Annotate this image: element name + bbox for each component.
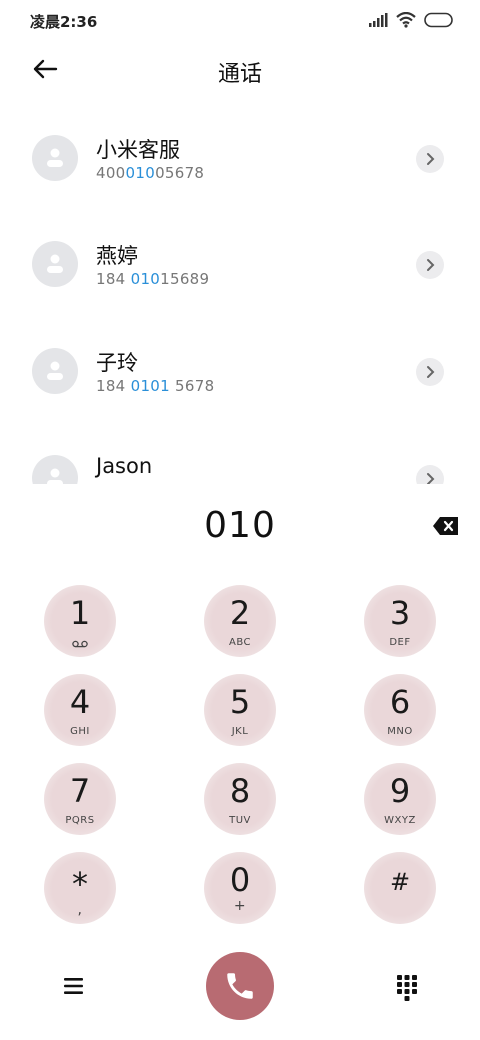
dialpad-icon <box>397 975 417 1001</box>
key-2[interactable]: 2 ABC <box>204 585 276 657</box>
bottom-bar <box>0 950 480 1026</box>
signal-icon <box>369 13 388 27</box>
key-7[interactable]: 7 PQRS <box>44 763 116 835</box>
battery-icon <box>424 12 453 28</box>
person-icon <box>47 254 63 273</box>
key-4[interactable]: 4 GHI <box>44 674 116 746</box>
call-button[interactable] <box>206 952 274 1020</box>
backspace-icon <box>433 517 458 535</box>
key-3[interactable]: 3 DEF <box>364 585 436 657</box>
contact-row[interactable]: 燕婷 184 01015689 <box>0 210 480 310</box>
page-title: 通话 <box>217 62 262 87</box>
contact-row[interactable]: 子玲 184 0101 5678 <box>0 317 480 417</box>
avatar <box>32 135 78 181</box>
contact-detail-button[interactable] <box>416 251 444 279</box>
person-icon <box>47 148 63 167</box>
menu-icon <box>64 978 83 994</box>
key-8[interactable]: 8 TUV <box>204 763 276 835</box>
status-time: 凌晨2:36 <box>30 13 98 31</box>
contact-detail-button[interactable] <box>416 358 444 386</box>
wifi-icon <box>396 12 416 28</box>
contact-name: 小米客服 <box>96 138 180 162</box>
dial-input-display: 010 <box>204 505 276 546</box>
key-0[interactable]: 0 + <box>204 852 276 924</box>
backspace-button[interactable] <box>432 515 460 537</box>
key-5[interactable]: 5 JKL <box>204 674 276 746</box>
key-9[interactable]: 9 WXYZ <box>364 763 436 835</box>
voicemail-icon <box>72 640 88 648</box>
contact-row[interactable]: Jason <box>0 424 480 484</box>
keypad-toggle-button[interactable] <box>394 972 420 1002</box>
chevron-right-icon <box>427 473 435 484</box>
contact-detail-button[interactable] <box>416 465 444 484</box>
chevron-right-icon <box>427 153 435 165</box>
contact-number: 184 01015689 <box>96 270 210 288</box>
contact-list: 小米客服 40001005678 燕婷 184 01015689 子玲 184 … <box>0 104 480 484</box>
key-6[interactable]: 6 MNO <box>364 674 436 746</box>
contact-name: 燕婷 <box>96 244 138 268</box>
contact-number: 184 0101 5678 <box>96 377 215 395</box>
header: 通话 <box>0 46 480 92</box>
contact-name: Jason <box>96 454 153 478</box>
person-icon <box>47 468 63 484</box>
key-hash[interactable]: # <box>364 852 436 924</box>
contact-row[interactable]: 小米客服 40001005678 <box>0 104 480 204</box>
contact-detail-button[interactable] <box>416 145 444 173</box>
person-icon <box>47 361 63 380</box>
chevron-right-icon <box>427 366 435 378</box>
contact-number: 40001005678 <box>96 164 205 182</box>
contact-name: 子玲 <box>96 351 138 375</box>
phone-icon <box>227 973 253 999</box>
chevron-right-icon <box>427 259 435 271</box>
status-icons <box>368 12 454 28</box>
status-bar: 凌晨2:36 <box>0 0 480 40</box>
menu-button[interactable] <box>60 972 88 1000</box>
key-1[interactable]: 1 <box>44 585 116 657</box>
key-star[interactable]: * , <box>44 852 116 924</box>
avatar <box>32 455 78 484</box>
avatar <box>32 241 78 287</box>
avatar <box>32 348 78 394</box>
